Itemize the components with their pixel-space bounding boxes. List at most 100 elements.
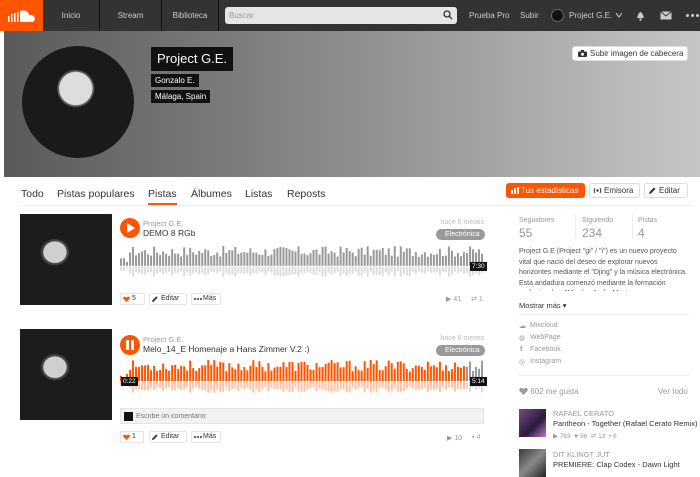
stats-bars-icon — [511, 187, 519, 194]
track-user[interactable]: Project G.E. — [143, 219, 183, 228]
liked-comments: 6 — [613, 433, 617, 440]
comment-box[interactable] — [120, 408, 484, 424]
more-button[interactable]: Más — [191, 293, 221, 305]
link-mixcloud[interactable]: ☁ Mixcloud — [519, 322, 558, 330]
user-avatar[interactable] — [551, 9, 564, 22]
liked-track-artist[interactable]: RAFAEL CERATO — [553, 409, 614, 418]
tab-popular-tracks[interactable]: Pistas populares — [57, 188, 135, 200]
comment-count: ▪ 4 — [472, 434, 481, 441]
tab-reposts[interactable]: Reposts — [287, 188, 326, 200]
view-all-link[interactable]: Ver todo — [658, 387, 688, 396]
track-artwork[interactable] — [20, 329, 112, 420]
link-webpage[interactable]: ◍ WebPage — [519, 334, 561, 342]
tracks-count[interactable]: 4 — [638, 226, 645, 240]
liked-reposts: 13 — [598, 433, 606, 440]
followers-label[interactable]: Seguidores — [519, 217, 554, 224]
heart-icon — [123, 434, 130, 440]
track-user[interactable]: Project G.E. — [143, 335, 183, 344]
comment-input[interactable] — [136, 411, 476, 422]
track-duration: 7:30 — [470, 262, 487, 271]
station-label: Emisora — [604, 186, 634, 195]
tab-albums[interactable]: Álbumes — [191, 188, 232, 200]
link-webpage-label: WebPage — [530, 334, 561, 341]
liked-track-artwork[interactable] — [519, 409, 546, 437]
tab-all[interactable]: Todo — [21, 188, 44, 200]
globe-icon: ◍ — [519, 335, 526, 342]
liked-likes: 96 — [579, 433, 588, 440]
elapsed-time: 0:22 — [121, 377, 138, 386]
try-pro-link[interactable]: Prueba Pro — [469, 0, 509, 31]
sidebar-divider — [519, 314, 689, 315]
genre-tag[interactable]: Electrónica — [436, 345, 485, 356]
repost-count-value: 1 — [478, 296, 483, 303]
messages-envelope-icon[interactable] — [660, 11, 672, 20]
link-instagram-label: Instagram — [530, 358, 562, 365]
liked-track-artwork[interactable] — [519, 449, 546, 477]
liked-track-title[interactable]: Pantheon - Together (Rafael Cerato Remix… — [553, 419, 700, 428]
heart-icon — [519, 387, 528, 395]
more-dots-icon[interactable] — [686, 14, 700, 17]
search-input[interactable]: Buscar — [225, 7, 457, 24]
more-label: Más — [203, 433, 217, 440]
your-stats-button[interactable]: Tus estadísticas — [506, 183, 585, 198]
edit-profile-button[interactable]: Editar — [644, 183, 688, 198]
search-icon[interactable] — [443, 10, 453, 20]
station-button[interactable]: Emisora — [589, 183, 640, 198]
tab-tracks[interactable]: Pistas — [148, 188, 177, 205]
nav-stream[interactable]: Stream — [100, 0, 162, 31]
like-button[interactable]: 1 — [120, 431, 144, 443]
liked-track-stats: ▶ 783 ♥ 96 ⇄ 13 ▪ 6 — [553, 433, 617, 440]
your-stats-label: Tus estadísticas — [521, 186, 579, 195]
show-more-link[interactable]: Mostrar más ▾ — [519, 301, 567, 310]
link-facebook-label: Facebook — [530, 346, 561, 353]
nav-home[interactable]: Inicio — [43, 0, 100, 31]
more-button[interactable]: Más — [191, 431, 221, 443]
sidebar-divider — [519, 375, 689, 376]
notifications-bell-icon[interactable] — [636, 10, 645, 21]
tab-playlists[interactable]: Listas — [245, 188, 272, 200]
link-mixcloud-label: Mixcloud — [530, 322, 558, 329]
nav-library[interactable]: Biblioteca — [162, 0, 219, 31]
pencil-icon — [152, 296, 158, 302]
search-placeholder: Buscar — [229, 11, 254, 20]
edit-profile-label: Editar — [659, 186, 680, 195]
link-instagram[interactable]: ◎ Instagram — [519, 358, 562, 366]
waveform[interactable] — [120, 246, 484, 278]
like-count: 1 — [132, 433, 136, 440]
stat-divider — [575, 215, 576, 239]
edit-track-label: Editar — [161, 295, 180, 302]
cloud-icon — [7, 9, 35, 22]
liked-track-title[interactable]: PREMIERE: Clap Codex - Dawn Light — [553, 460, 700, 469]
waveform[interactable] — [120, 360, 484, 394]
pencil-icon — [152, 434, 158, 440]
edit-track-label: Editar — [161, 433, 180, 440]
chevron-down-icon[interactable] — [616, 13, 622, 18]
edit-track-button[interactable]: Editar — [149, 431, 187, 443]
user-menu-name[interactable]: Project G.E. — [569, 0, 612, 31]
likes-heading[interactable]: 602 me gusta — [519, 387, 579, 396]
soundcloud-logo[interactable] — [0, 0, 43, 31]
track-title[interactable]: DEMO 8 RGb — [143, 228, 195, 238]
genre-tag[interactable]: Electrónica — [436, 229, 485, 240]
followers-count[interactable]: 55 — [519, 226, 532, 240]
upload-link[interactable]: Subir — [520, 0, 539, 31]
play-count: ▶ 10 — [447, 435, 463, 442]
upload-header-image-button[interactable]: Subir imagen de cabecera — [572, 46, 688, 61]
repost-count: ⇄ 1 — [471, 296, 483, 303]
play-count-value: 10 — [454, 435, 463, 442]
following-label[interactable]: Siguiendo — [582, 217, 613, 224]
edit-track-button[interactable]: Editar — [149, 293, 187, 305]
link-facebook[interactable]: f Facebook — [519, 346, 561, 353]
more-label: Más — [203, 295, 217, 302]
pause-button[interactable] — [120, 335, 140, 355]
track-title[interactable]: Melo_14_E Homenaje a Hans Zimmer V.2 :) — [143, 344, 309, 354]
like-button[interactable]: 5 — [120, 293, 145, 305]
pencil-icon — [649, 187, 656, 194]
following-count[interactable]: 234 — [582, 226, 602, 240]
tracks-label[interactable]: Pistas — [638, 217, 657, 224]
track-artwork[interactable] — [20, 214, 112, 305]
profile-location: Málaga, Spain — [151, 90, 211, 103]
play-button[interactable] — [120, 218, 140, 238]
like-count: 5 — [132, 295, 136, 302]
liked-track-artist[interactable]: DIT KLINGT JUT — [553, 450, 610, 459]
